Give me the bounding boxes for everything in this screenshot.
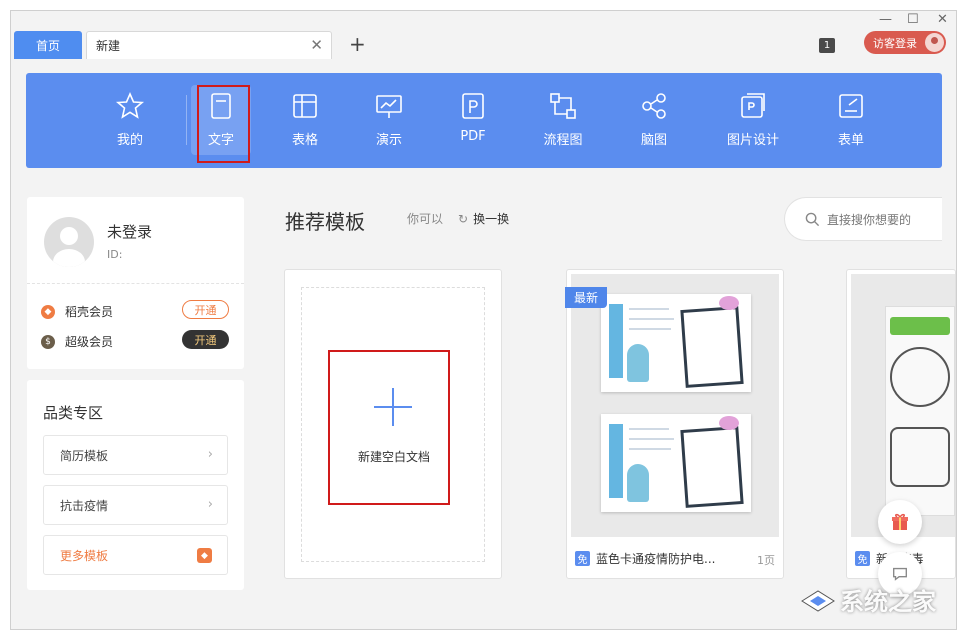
search-placeholder: 直接搜你想要的 xyxy=(827,211,911,228)
preview-page xyxy=(601,414,751,512)
avatar[interactable] xyxy=(44,217,94,267)
tool-pdf[interactable]: PDF xyxy=(443,85,503,155)
watermark-text: 系统之家 xyxy=(840,582,936,617)
refresh-icon: ↻ xyxy=(458,212,468,226)
title-bar: 首页 新建 ✕ + — ☐ ✕ 1 访客登录 xyxy=(11,11,956,59)
section-hint: 你可以 xyxy=(407,210,443,227)
window-close-icon[interactable]: ✕ xyxy=(937,13,948,27)
member-super: $ 超级会员 xyxy=(41,333,113,350)
search-input[interactable]: 直接搜你想要的 xyxy=(784,197,942,241)
chat-icon xyxy=(891,565,909,583)
template-pages: 1页 xyxy=(757,552,775,568)
app-window: 首页 新建 ✕ + — ☐ ✕ 1 访客登录 我的 文字 表格 演示 xyxy=(10,10,957,630)
presentation-icon xyxy=(374,91,404,121)
tab-home[interactable]: 首页 xyxy=(14,31,82,59)
docer-icon: ◆ xyxy=(197,548,212,563)
poster-preview xyxy=(885,306,955,516)
newest-badge: 最新 xyxy=(565,287,607,308)
mindmap-icon xyxy=(639,91,669,121)
highlight-box-new-blank xyxy=(328,350,450,505)
flowchart-icon xyxy=(548,91,578,121)
category-title: 品类专区 xyxy=(43,402,103,423)
category-more[interactable]: 更多模板 ◆ xyxy=(43,535,228,575)
tool-label: 流程图 xyxy=(543,129,582,148)
chevron-right-icon: › xyxy=(208,447,213,462)
tool-flowchart[interactable]: 流程图 xyxy=(533,85,593,155)
maximize-icon[interactable]: ☐ xyxy=(907,13,919,27)
member-docer: ◆ 稻壳会员 xyxy=(41,303,113,320)
super-member-icon: $ xyxy=(41,335,55,349)
tool-label: PDF xyxy=(460,129,485,144)
watermark: 系统之家 xyxy=(800,582,936,617)
open-docer-button[interactable]: 开通 xyxy=(182,300,229,319)
close-icon[interactable]: ✕ xyxy=(310,37,323,53)
category-card: 品类专区 简历模板 › 抗击疫情 › 更多模板 ◆ xyxy=(27,380,244,590)
template-title: 蓝色卡通疫情防护电... xyxy=(596,550,715,567)
add-tab-icon[interactable]: + xyxy=(349,33,366,55)
member-name: 超级会员 xyxy=(65,333,113,350)
divider xyxy=(27,283,244,284)
toolbar-divider xyxy=(186,95,187,145)
tool-presentation[interactable]: 演示 xyxy=(359,85,419,155)
gift-icon xyxy=(890,512,910,532)
tool-form[interactable]: 表单 xyxy=(821,85,881,155)
tool-label: 图片设计 xyxy=(727,129,779,148)
tab-count-badge[interactable]: 1 xyxy=(819,38,835,53)
tool-spreadsheet[interactable]: 表格 xyxy=(275,85,335,155)
preview-page xyxy=(601,294,751,392)
template-preview xyxy=(571,274,779,537)
user-id: ID: xyxy=(107,248,122,261)
tab-new-label: 新建 xyxy=(96,37,120,54)
image-design-icon xyxy=(738,91,768,121)
minimize-icon[interactable]: — xyxy=(879,13,892,27)
search-icon xyxy=(805,212,820,227)
tab-new[interactable]: 新建 ✕ xyxy=(86,31,332,59)
form-icon xyxy=(836,91,866,121)
template-footer: 免 蓝色卡通疫情防护电... xyxy=(575,550,715,567)
user-card: 未登录 ID: ◆ 稻壳会员 开通 $ 超级会员 开通 xyxy=(27,197,244,369)
category-label: 简历模板 xyxy=(60,447,108,464)
swap-button[interactable]: ↻ 换一换 xyxy=(458,210,509,227)
pdf-icon xyxy=(458,91,488,121)
category-resume[interactable]: 简历模板 › xyxy=(43,435,228,475)
chevron-right-icon: › xyxy=(208,497,213,512)
table-icon xyxy=(290,91,320,121)
watermark-logo-icon xyxy=(800,587,836,613)
template-card[interactable]: 免 蓝色卡通疫情防护电... 1页 xyxy=(566,269,784,579)
tool-label: 表单 xyxy=(838,129,864,148)
template-preview xyxy=(851,274,956,537)
member-name: 稻壳会员 xyxy=(65,303,113,320)
app-toolbar: 我的 文字 表格 演示 PDF 流程图 脑图 图片设计 xyxy=(26,73,942,168)
docer-member-icon: ◆ xyxy=(41,305,55,319)
tool-label: 表格 xyxy=(292,129,318,148)
highlight-box-writer xyxy=(197,85,250,163)
guest-login-label: 访客登录 xyxy=(873,35,917,51)
tool-image-design[interactable]: 图片设计 xyxy=(723,85,783,155)
guest-login-button[interactable]: 访客登录 xyxy=(864,31,946,54)
tool-label: 我的 xyxy=(117,129,143,148)
swap-label: 换一换 xyxy=(473,210,509,227)
tool-label: 演示 xyxy=(376,129,402,148)
tool-label: 脑图 xyxy=(641,129,667,148)
category-label: 抗击疫情 xyxy=(60,497,108,514)
category-label: 更多模板 xyxy=(60,547,108,564)
star-icon xyxy=(115,91,145,121)
free-badge: 免 xyxy=(575,551,590,566)
open-super-button[interactable]: 开通 xyxy=(182,330,229,349)
tool-mindmap[interactable]: 脑图 xyxy=(624,85,684,155)
free-badge: 免 xyxy=(855,551,870,566)
gift-button[interactable] xyxy=(878,500,922,544)
section-title: 推荐模板 xyxy=(285,206,365,235)
category-epidemic[interactable]: 抗击疫情 › xyxy=(43,485,228,525)
tool-mine[interactable]: 我的 xyxy=(100,85,160,155)
user-name[interactable]: 未登录 xyxy=(107,221,152,242)
avatar-icon xyxy=(925,33,944,52)
